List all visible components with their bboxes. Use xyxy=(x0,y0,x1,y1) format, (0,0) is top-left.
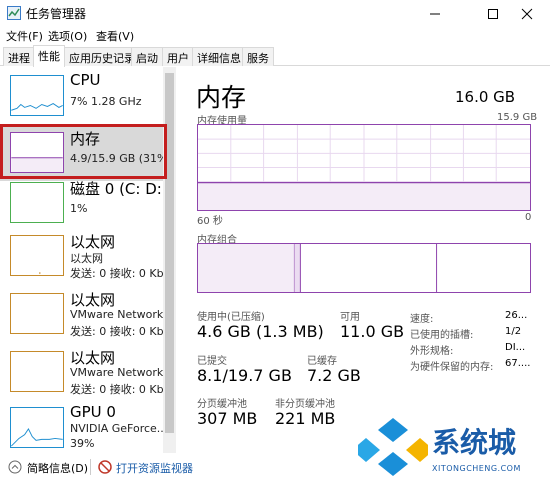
tab-processes[interactable]: 进程 xyxy=(3,47,35,66)
chevron-up-icon[interactable] xyxy=(8,460,22,474)
sidebar-item-detail: 1% xyxy=(70,202,88,215)
fewer-details-link[interactable]: 简略信息(D) xyxy=(27,460,88,476)
sidebar-item-detail: 7% 1.28 GHz xyxy=(70,95,142,108)
in-use-label: 使用中(已压缩) xyxy=(197,312,265,323)
speed-label: 速度: xyxy=(410,314,434,325)
sidebar-item-detail: VMware Network ... xyxy=(70,366,176,379)
menu-view[interactable]: 查看(V) xyxy=(96,28,134,44)
tab-services[interactable]: 服务 xyxy=(242,47,274,66)
nonpaged-pool-value: 221 MB xyxy=(275,409,336,428)
memory-usage-graph xyxy=(197,124,531,211)
usage-graph-max: 15.9 GB xyxy=(497,112,538,123)
sidebar-item-title: 以太网 xyxy=(70,349,116,367)
nonpaged-pool-label: 非分页缓冲池 xyxy=(275,399,335,410)
sidebar-item-detail: 以太网 xyxy=(70,252,103,265)
memory-composition-bar xyxy=(197,243,531,293)
form-factor-label: 外形规格: xyxy=(410,346,454,357)
hardware-reserved-label: 为硬件保留的内存: xyxy=(410,362,494,373)
tab-performance[interactable]: 性能 xyxy=(33,45,65,67)
slots-value: 1/2 xyxy=(505,326,522,337)
sidebar-item-disk[interactable]: 磁盘 0 (C: D: E: 1% xyxy=(0,174,175,231)
maximize-icon xyxy=(488,8,498,19)
sidebar-item-throughput: 发送: 0 接收: 0 Kbp xyxy=(70,267,171,280)
sidebar-item-title: 磁盘 0 (C: D: E: xyxy=(70,180,176,198)
sidebar-item-title: CPU xyxy=(70,71,101,89)
paged-pool-label: 分页缓冲池 xyxy=(197,399,247,410)
cached-value: 7.2 GB xyxy=(307,366,361,385)
sidebar-item-throughput: 发送: 0 接收: 0 Kbp xyxy=(70,325,171,338)
title-bar: 任务管理器 xyxy=(0,0,550,27)
minimize-button[interactable] xyxy=(412,0,458,27)
page-title: 内存 xyxy=(196,83,247,112)
sidebar-item-detail: NVIDIA GeForce... xyxy=(70,422,168,435)
sidebar-item-title: GPU 0 xyxy=(70,403,116,421)
open-resource-monitor-link[interactable]: 打开资源监视器 xyxy=(116,460,193,476)
sidebar-item-ethernet[interactable]: 以太网 VMware Network ... 发送: 0 接收: 0 Kbp xyxy=(0,285,175,342)
sidebar-item-gpu[interactable]: GPU 0 NVIDIA GeForce... 39% xyxy=(0,399,167,453)
sidebar-item-ethernet[interactable]: 以太网 VMware Network ... 发送: 0 接收: 0 Kbp xyxy=(0,343,175,400)
sidebar-item-throughput: 发送: 0 接收: 0 Kbp xyxy=(70,383,171,396)
close-button[interactable] xyxy=(504,0,550,27)
close-icon xyxy=(521,8,533,19)
sidebar-item-ethernet[interactable]: 以太网 以太网 发送: 0 接收: 0 Kbp xyxy=(0,227,171,284)
cpu-thumbnail-graph xyxy=(10,75,64,116)
slots-label: 已使用的插槽: xyxy=(410,330,474,341)
sidebar-item-title: 以太网 xyxy=(70,291,116,309)
ethernet-thumbnail-graph xyxy=(10,235,64,276)
disk-thumbnail-graph xyxy=(10,182,64,223)
minimize-icon xyxy=(430,13,440,14)
highlight-frame xyxy=(0,124,167,179)
window-title: 任务管理器 xyxy=(26,7,87,21)
available-label: 可用 xyxy=(340,312,360,323)
hardware-reserved-value: 67.... xyxy=(505,358,531,369)
available-value: 11.0 GB xyxy=(340,322,405,341)
paged-pool-value: 307 MB xyxy=(197,409,258,428)
menu-options[interactable]: 选项(O) xyxy=(48,28,87,44)
tab-details[interactable]: 详细信息 xyxy=(192,47,246,66)
form-factor-value: DI... xyxy=(505,342,526,353)
tab-bar: 进程 性能 应用历史记录 启动 用户 详细信息 服务 xyxy=(0,45,550,67)
sidebar-item-title: 以太网 xyxy=(70,233,116,251)
bottom-bar: 简略信息(D) 打开资源监视器 xyxy=(0,453,550,487)
in-use-value: 4.6 GB (1.3 MB) xyxy=(197,322,324,341)
committed-value: 8.1/19.7 GB xyxy=(197,366,292,385)
resource-monitor-icon xyxy=(98,460,112,474)
menu-bar: 文件(F) 选项(O) 查看(V) xyxy=(0,27,550,45)
divider xyxy=(90,459,91,475)
sidebar-item-usage: 39% xyxy=(70,437,95,450)
sidebar-item-detail: VMware Network ... xyxy=(70,308,176,321)
sidebar-item-cpu[interactable]: CPU 7% 1.28 GHz xyxy=(0,67,163,124)
menu-file[interactable]: 文件(F) xyxy=(6,28,43,44)
ethernet-thumbnail-graph xyxy=(10,293,64,334)
tab-app-history[interactable]: 应用历史记录 xyxy=(64,47,140,66)
ethernet-thumbnail-graph xyxy=(10,351,64,392)
gpu-thumbnail-graph xyxy=(10,407,64,448)
tab-startup[interactable]: 启动 xyxy=(131,47,163,66)
task-manager-icon xyxy=(7,6,21,20)
graph-time-right: 0 xyxy=(525,212,532,223)
tab-users[interactable]: 用户 xyxy=(162,47,194,66)
speed-value: 26... xyxy=(505,310,528,321)
cached-label: 已缓存 xyxy=(307,356,337,367)
total-memory: 16.0 GB xyxy=(455,88,516,106)
graph-time-left: 60 秒 xyxy=(197,216,223,227)
committed-label: 已提交 xyxy=(197,356,227,367)
